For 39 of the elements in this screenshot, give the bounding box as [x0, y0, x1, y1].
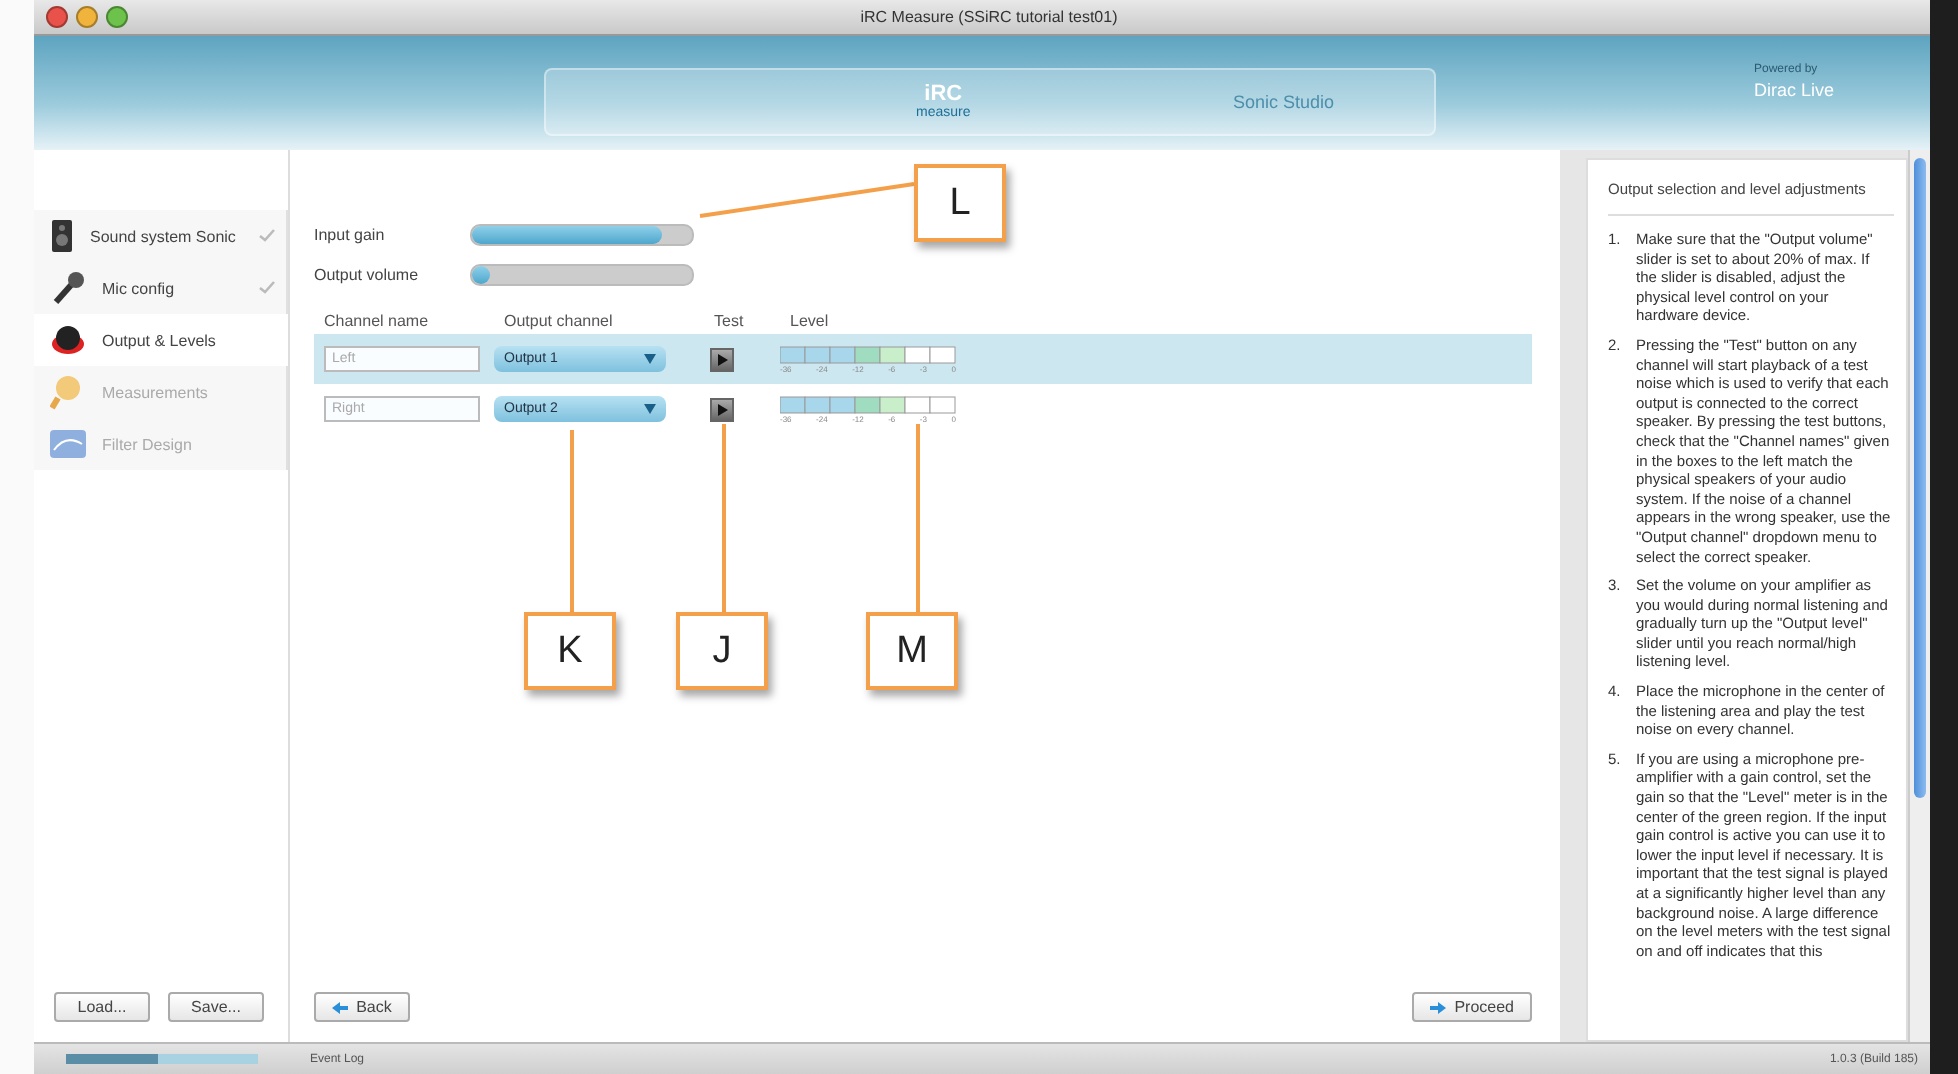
column-header: Output channel — [502, 309, 615, 334]
callout-label: M — [866, 612, 958, 690]
load-button[interactable]: Load... — [54, 992, 150, 1022]
filter-curve-icon — [50, 430, 86, 458]
test-play-button[interactable] — [710, 347, 734, 371]
window-title: iRC Measure (SSiRC tutorial test01) — [858, 8, 1120, 26]
speaker-icon — [50, 218, 74, 254]
sidebar-item[interactable]: Sound system Sonic — [34, 210, 288, 262]
sidebar-item[interactable]: Mic config — [34, 262, 288, 314]
slider-track[interactable] — [470, 223, 694, 245]
test-play-button[interactable] — [710, 397, 734, 421]
logo-name: iRC — [924, 84, 963, 106]
scrollbar[interactable] — [1908, 150, 1930, 1042]
product-name: Sonic Studio — [1232, 92, 1334, 112]
caret-icon — [644, 404, 656, 414]
play-icon — [717, 353, 727, 365]
tape-measure-icon — [50, 374, 86, 410]
callout-label: J — [676, 612, 768, 690]
close-button[interactable] — [46, 6, 68, 28]
right-arrow-icon — [1430, 1001, 1447, 1013]
slider-track[interactable] — [470, 263, 694, 285]
caret-icon — [644, 354, 656, 364]
back-button[interactable]: Back — [314, 992, 410, 1022]
partner-name: Dirac Live — [1753, 80, 1834, 100]
column-header: Channel name — [322, 309, 431, 333]
slider-label: Input gain — [314, 225, 387, 243]
column-header: Level — [788, 309, 831, 333]
minimize-button[interactable] — [76, 6, 98, 28]
play-icon — [717, 403, 727, 415]
callout-label: K — [524, 612, 616, 690]
slider-label: Output volume — [314, 265, 421, 283]
save-button[interactable]: Save... — [168, 992, 264, 1022]
column-header: Test — [712, 309, 746, 333]
speaker-dome-icon — [50, 324, 86, 356]
left-arrow-icon — [332, 1001, 349, 1013]
callout-label: L — [914, 164, 1006, 242]
proceed-button[interactable]: Proceed — [1412, 992, 1532, 1022]
zoom-button[interactable] — [106, 6, 128, 28]
microphone-icon — [50, 270, 86, 306]
